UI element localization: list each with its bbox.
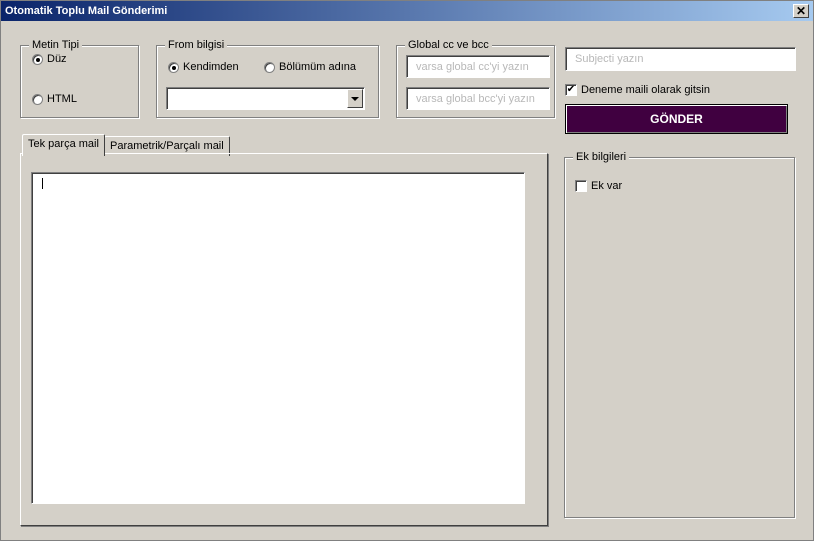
ek-bilgileri-title: Ek bilgileri bbox=[573, 151, 630, 163]
radio-html-indicator[interactable] bbox=[32, 93, 43, 105]
send-button[interactable]: GÖNDER bbox=[565, 104, 788, 134]
radio-html[interactable]: HTML bbox=[32, 93, 77, 105]
deneme-checkbox-box[interactable]: ✔ bbox=[565, 84, 577, 96]
ek-var-checkbox-box[interactable] bbox=[575, 180, 587, 192]
send-button-label: GÖNDER bbox=[650, 112, 703, 126]
radio-html-label: HTML bbox=[47, 93, 77, 105]
radio-bolumum-adina[interactable]: Bölümüm adına bbox=[264, 61, 356, 73]
tab-tek-parca-mail-label: Tek parça mail bbox=[28, 138, 99, 150]
radio-kendimden-indicator[interactable] bbox=[168, 61, 179, 73]
global-cc-bcc-title: Global cc ve bcc bbox=[405, 39, 492, 51]
radio-kendimden-label: Kendimden bbox=[183, 61, 239, 73]
subject-input[interactable] bbox=[565, 47, 796, 71]
ek-bilgileri-group: Ek bilgileri bbox=[564, 151, 795, 518]
radio-bolumum-adina-indicator[interactable] bbox=[264, 61, 275, 73]
text-caret bbox=[42, 178, 43, 189]
tab-tek-parca-mail[interactable]: Tek parça mail bbox=[22, 134, 105, 156]
ek-var-checkbox-label: Ek var bbox=[591, 180, 623, 192]
chevron-down-icon bbox=[351, 96, 359, 101]
main-window: Otomatik Toplu Mail Gönderimi ✕ Metin Ti… bbox=[0, 0, 814, 541]
ek-var-checkbox[interactable]: Ek var bbox=[575, 180, 622, 192]
window-title: Otomatik Toplu Mail Gönderimi bbox=[5, 5, 168, 17]
radio-bolumum-adina-label: Bölümüm adına bbox=[279, 61, 357, 73]
from-bilgisi-title: From bilgisi bbox=[165, 39, 228, 51]
radio-duz-indicator[interactable] bbox=[32, 53, 43, 65]
radio-kendimden[interactable]: Kendimden bbox=[168, 61, 239, 73]
global-cc-input[interactable] bbox=[406, 55, 550, 78]
title-bar[interactable]: Otomatik Toplu Mail Gönderimi ✕ bbox=[1, 1, 813, 21]
metin-tipi-title: Metin Tipi bbox=[29, 39, 83, 51]
global-bcc-input[interactable] bbox=[406, 87, 550, 110]
from-dropdown-button[interactable] bbox=[347, 89, 363, 108]
from-dropdown[interactable] bbox=[166, 87, 365, 110]
radio-duz-label: Düz bbox=[47, 53, 67, 65]
close-button[interactable]: ✕ bbox=[793, 4, 809, 18]
mail-body-textarea[interactable] bbox=[31, 172, 525, 504]
radio-duz[interactable]: Düz bbox=[32, 53, 67, 65]
close-icon: ✕ bbox=[795, 4, 807, 18]
tab-parametrik-parcali-mail-label: Parametrik/Parçalı mail bbox=[110, 140, 224, 152]
deneme-checkbox[interactable]: ✔ Deneme maili olarak gitsin bbox=[565, 84, 710, 96]
deneme-checkbox-label: Deneme maili olarak gitsin bbox=[581, 84, 710, 96]
